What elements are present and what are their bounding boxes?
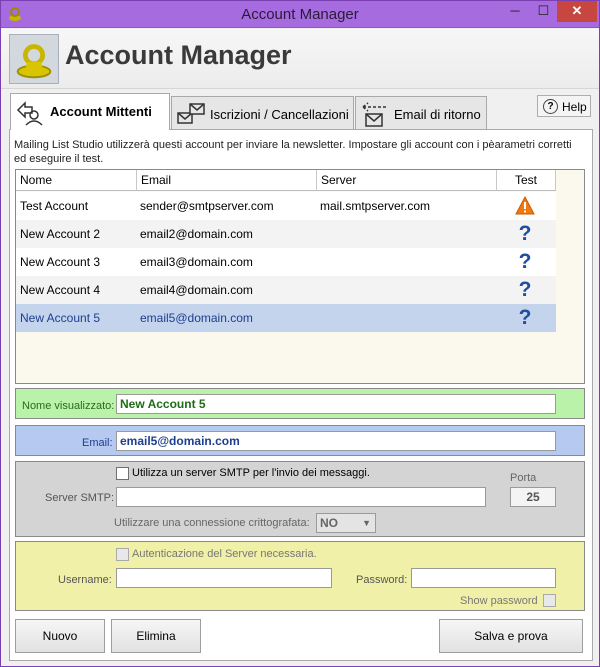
auth-required-checkbox[interactable] <box>116 548 129 561</box>
table-row[interactable]: New Account 2 email2@domain.com ? <box>16 220 556 248</box>
help-label: Help <box>562 100 587 114</box>
smtp-section: Utilizza un server SMTP per l'invio dei … <box>15 461 585 537</box>
app-window: Account Manager ─ ☐ ✕ Account Manager Ac… <box>0 0 600 667</box>
cell-nome: New Account 3 <box>20 255 101 269</box>
encryption-value: NO <box>320 516 338 530</box>
cell-nome: New Account 4 <box>20 283 101 297</box>
use-smtp-label: Utilizza un server SMTP per l'invio dei … <box>132 467 370 479</box>
question-mark-icon: ? <box>518 278 532 301</box>
save-test-button[interactable]: Salva e prova <box>439 619 583 653</box>
new-button[interactable]: Nuovo <box>15 619 105 653</box>
tab-label: Account Mittenti <box>50 104 152 119</box>
account-manager-logo-icon <box>9 34 59 84</box>
minimize-button[interactable]: ─ <box>501 1 529 22</box>
email-field[interactable]: email5@domain.com <box>116 431 556 451</box>
cell-nome: New Account 2 <box>20 227 101 241</box>
subscribe-mail-icon <box>177 103 205 124</box>
table-row[interactable]: Test Account sender@smtpserver.com mail.… <box>16 192 556 220</box>
port-label: Porta <box>510 472 537 484</box>
use-smtp-checkbox[interactable] <box>116 467 129 480</box>
table-row-selected[interactable]: New Account 5 email5@domain.com ? <box>16 304 556 332</box>
tab-label: Iscrizioni / Cancellazioni <box>210 107 349 122</box>
description-text: Mailing List Studio utilizzerà questi ac… <box>14 139 572 165</box>
auth-required-label: Autenticazione del Server necessaria. <box>132 548 317 560</box>
delete-button[interactable]: Elimina <box>111 619 201 653</box>
table-row[interactable]: New Account 3 email3@domain.com ? <box>16 248 556 276</box>
username-field[interactable] <box>116 568 332 588</box>
maximize-button[interactable]: ☐ <box>530 1 557 22</box>
cell-email: email2@domain.com <box>140 227 253 241</box>
authentication-section: Autenticazione del Server necessaria. Us… <box>15 541 585 611</box>
cell-server: mail.smtpserver.com <box>320 199 431 213</box>
smtp-server-field[interactable] <box>116 487 486 507</box>
display-name-section: Nome visualizzato: New Account 5 <box>15 388 585 419</box>
column-header-server[interactable]: Server <box>317 170 497 191</box>
cell-email: sender@smtpserver.com <box>140 199 274 213</box>
tab-iscrizioni[interactable]: Iscrizioni / Cancellazioni <box>171 96 354 129</box>
warning-icon <box>515 196 535 215</box>
user-send-icon <box>16 101 43 126</box>
tab-email-ritorno[interactable]: Email di ritorno <box>355 96 487 129</box>
email-section: Email: email5@domain.com <box>15 425 585 456</box>
column-header-nome[interactable]: Nome <box>16 170 137 191</box>
help-icon: ? <box>543 99 558 114</box>
title-bar: Account Manager ─ ☐ ✕ <box>1 1 599 28</box>
column-header-email[interactable]: Email <box>137 170 317 191</box>
cell-email: email4@domain.com <box>140 283 253 297</box>
display-name-label: Nome visualizzato: <box>22 400 115 412</box>
page-title: Account Manager <box>65 40 292 70</box>
close-button[interactable]: ✕ <box>557 1 597 22</box>
smtp-server-label: Server SMTP: <box>45 492 115 504</box>
question-mark-icon: ? <box>518 250 532 273</box>
username-label: Username: <box>58 574 112 586</box>
tab-account-mittenti[interactable]: Account Mittenti <box>10 93 170 130</box>
column-header-test[interactable]: Test <box>497 170 556 191</box>
cell-nome: New Account 5 <box>20 311 101 325</box>
cell-email: email3@domain.com <box>140 255 253 269</box>
header-banner: Account Manager <box>1 29 599 89</box>
accounts-table[interactable]: Nome Email Server Test Test Account send… <box>15 169 585 384</box>
port-field[interactable]: 25 <box>510 487 556 507</box>
email-label: Email: <box>82 437 113 449</box>
show-password-checkbox[interactable] <box>543 594 556 607</box>
tab-label: Email di ritorno <box>394 107 481 122</box>
chevron-down-icon: ▼ <box>362 518 371 528</box>
show-password-label: Show password <box>460 595 538 607</box>
question-mark-icon: ? <box>518 306 532 329</box>
encryption-label: Utilizzare una connessione crittografata… <box>114 517 310 529</box>
cell-email: email5@domain.com <box>140 311 253 325</box>
password-field[interactable] <box>411 568 556 588</box>
encryption-select[interactable]: NO ▼ <box>316 513 376 533</box>
help-button[interactable]: ? Help <box>537 95 591 117</box>
password-label: Password: <box>356 574 408 586</box>
return-mail-icon <box>362 102 387 127</box>
cell-nome: Test Account <box>20 199 89 213</box>
question-mark-icon: ? <box>518 222 532 245</box>
display-name-field[interactable]: New Account 5 <box>116 394 556 414</box>
table-row[interactable]: New Account 4 email4@domain.com ? <box>16 276 556 304</box>
